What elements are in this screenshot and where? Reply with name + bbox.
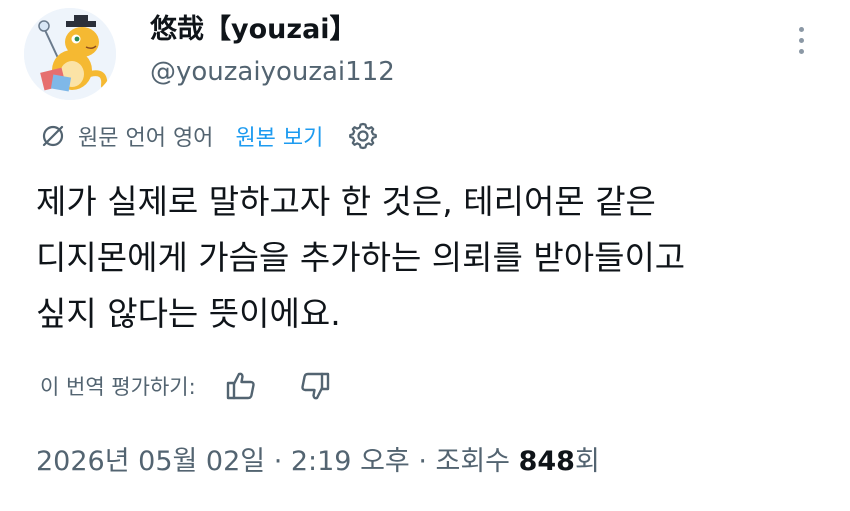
avatar[interactable]: [24, 8, 116, 100]
more-options-button[interactable]: [786, 22, 816, 58]
tweet-text-line: 제가 실제로 말하고자 한 것은, 테리어몬 같은: [36, 182, 656, 221]
tweet-text-line: 싶지 않다는 뜻이에요.: [36, 294, 341, 333]
gear-icon[interactable]: [347, 120, 379, 152]
translation-bar: 원문 언어 영어 원본 보기: [40, 114, 379, 158]
original-language-text: 원문 언어 영어: [78, 126, 214, 151]
avatar-image: [24, 8, 116, 100]
thumbs-up-icon[interactable]: [224, 369, 258, 403]
views-suffix: 회: [574, 446, 600, 477]
tweet-text: 제가 실제로 말하고자 한 것은, 테리어몬 같은 디지몬에게 가슴을 추가하는…: [36, 174, 826, 342]
rate-translation-label: 이 번역 평가하기:: [40, 375, 196, 399]
views-count: 848: [518, 446, 575, 477]
more-vertical-icon: [798, 26, 804, 32]
thumbs-down-icon[interactable]: [298, 369, 332, 403]
globe-off-icon: [42, 125, 64, 147]
tweet-text-line: 디지몬에게 가슴을 추가하는 의뢰를 받아들이고: [36, 238, 686, 277]
show-original-link[interactable]: 원본 보기: [235, 120, 323, 152]
tweet-timestamp[interactable]: 2026년 05월 02일 · 2:19 오후 · 조회수: [36, 446, 519, 477]
tweet-meta: 2026년 05월 02일 · 2:19 오후 · 조회수 848회: [36, 440, 600, 484]
author-display-name[interactable]: 悠哉【youzai】: [150, 14, 357, 46]
author-handle[interactable]: @youzaiyouzai112: [150, 56, 395, 88]
rate-translation-bar: 이 번역 평가하기:: [40, 366, 332, 406]
